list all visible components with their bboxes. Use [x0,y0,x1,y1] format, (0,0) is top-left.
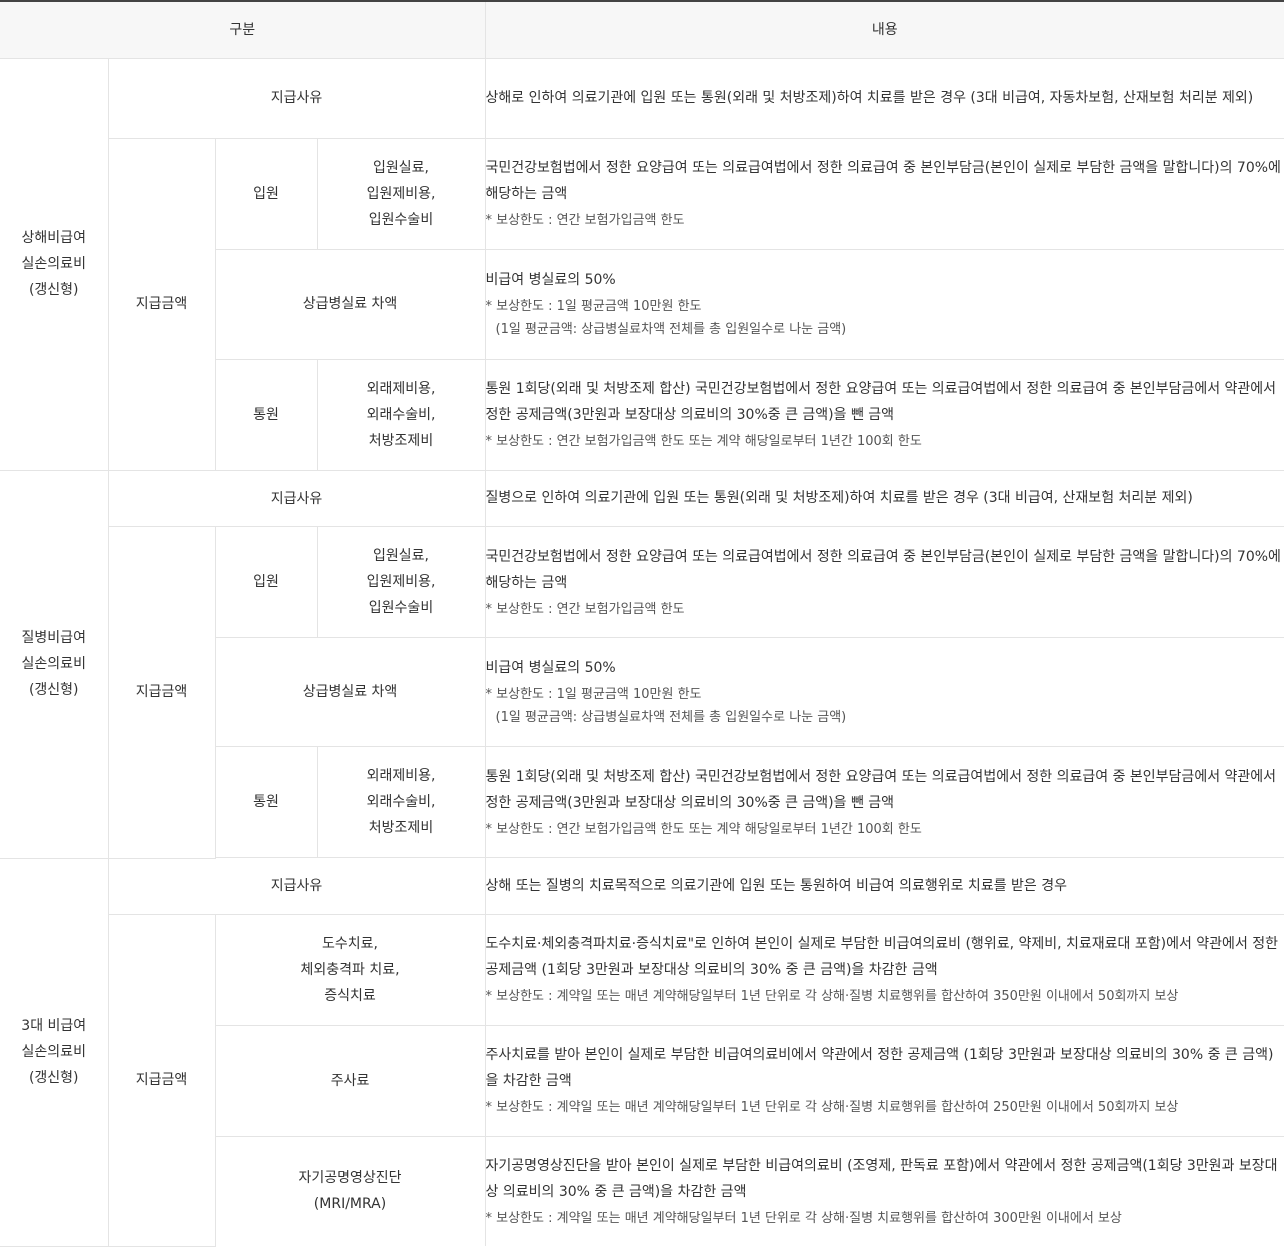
row-content: 통원 1회당(외래 및 처방조제 합산) 국민건강보험법에서 정한 요양급여 또… [485,359,1284,471]
row-item: 외래제비용, 외래수술비, 처방조제비 [317,746,486,858]
row-content: 비급여 병실료의 50% * 보상한도 : 1일 평균금액 10만원 한도 (1… [485,637,1284,747]
row-item: 자기공명영상진단 (MRI/MRA) [215,1136,486,1246]
reason-text: 질병으로 인하여 의료기관에 입원 또는 통원(외래 및 처방조제)하여 치료를… [485,470,1284,527]
payment-label: 지급금액 [108,914,216,1247]
row-type: 통원 [215,359,318,471]
row-content: 통원 1회당(외래 및 처방조제 합산) 국민건강보험법에서 정한 요양급여 또… [485,746,1284,858]
row-item: 입원실료, 입원제비용, 입원수술비 [317,138,486,250]
section-title: 질병비급여 실손의료비 (갱신형) [0,470,109,859]
row-content: 국민건강보험법에서 정한 요양급여 또는 의료급여법에서 정한 의료급여 중 본… [485,526,1284,638]
row-content: 도수치료·체외충격파치료·증식치료"로 인하여 본인이 실제로 부담한 비급여의… [485,914,1284,1026]
reason-label: 지급사유 [108,470,486,527]
row-item: 주사료 [215,1025,486,1137]
row-type: 통원 [215,746,318,858]
payment-label: 지급금액 [108,526,216,859]
header-content: 내용 [485,0,1284,59]
payment-label: 지급금액 [108,138,216,471]
row-content: 국민건강보험법에서 정한 요양급여 또는 의료급여법에서 정한 의료급여 중 본… [485,138,1284,250]
row-item: 상급병실료 차액 [215,249,486,360]
section-title: 상해비급여 실손의료비 (갱신형) [0,58,109,471]
header-category: 구분 [0,0,486,59]
reason-text: 상해로 인하여 의료기관에 입원 또는 통원(외래 및 처방조제)하여 치료를 … [485,58,1284,139]
benefit-table: 구분 내용 상해비급여 실손의료비 (갱신형) 지급사유 상해로 인하여 의료기… [0,0,1284,1247]
row-item: 입원실료, 입원제비용, 입원수술비 [317,526,486,638]
row-item: 상급병실료 차액 [215,637,486,747]
reason-label: 지급사유 [108,58,486,139]
reason-text: 상해 또는 질병의 치료목적으로 의료기관에 입원 또는 통원하여 비급여 의료… [485,858,1284,915]
row-content: 비급여 병실료의 50% * 보상한도 : 1일 평균금액 10만원 한도 (1… [485,249,1284,360]
row-item: 도수치료, 체외충격파 치료, 증식치료 [215,914,486,1026]
row-content: 주사치료를 받아 본인이 실제로 부담한 비급여의료비에서 약관에서 정한 공제… [485,1025,1284,1137]
row-content: 자기공명영상진단을 받아 본인이 실제로 부담한 비급여의료비 (조영제, 판독… [485,1157,1278,1226]
row-item: 외래제비용, 외래수술비, 처방조제비 [317,359,486,471]
row-type: 입원 [215,526,318,638]
reason-label: 지급사유 [108,858,486,915]
row-type: 입원 [215,138,318,250]
section-title: 3대 비급여 실손의료비 (갱신형) [0,858,109,1247]
